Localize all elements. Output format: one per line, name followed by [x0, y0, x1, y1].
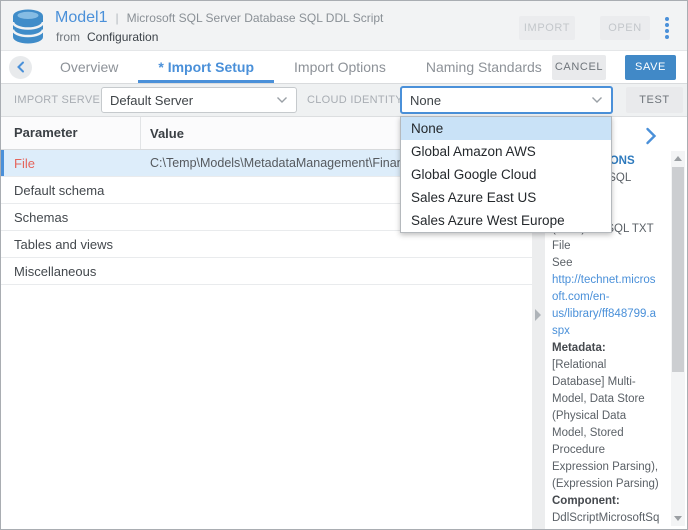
annotation-line: Procedure — [552, 442, 668, 459]
parameter-cell: Schemas — [1, 210, 141, 225]
import-button[interactable]: IMPORT — [519, 16, 575, 40]
cloud-identity-label: CLOUD IDENTITY — [307, 84, 403, 116]
annotation-line: Model, Stored — [552, 425, 668, 442]
splitter-collapse-handle[interactable] — [535, 309, 541, 321]
more-options-icon[interactable] — [665, 17, 670, 41]
model-title: Model1 — [55, 9, 107, 27]
panel-scrollbar[interactable] — [671, 151, 685, 526]
header: Model1 | Microsoft SQL Server Database S… — [1, 1, 687, 51]
annotation-line: (Expression Parsing) — [552, 476, 668, 493]
import-toolbar: IMPORT SERVER Default Server CLOUD IDENT… — [1, 84, 687, 117]
database-icon — [11, 8, 45, 50]
import-server-value: Default Server — [110, 93, 193, 108]
test-button[interactable]: TEST — [626, 87, 683, 113]
annotation-link-line[interactable]: spx — [552, 323, 668, 340]
dropdown-option-sales-azure-west-europe[interactable]: Sales Azure West Europe — [401, 209, 611, 232]
dropdown-option-none[interactable]: None — [401, 117, 611, 140]
annotation-line: Model, Data Store — [552, 391, 668, 408]
table-row-miscellaneous[interactable]: Miscellaneous — [1, 258, 532, 285]
annotation-line: DdlScriptMicrosoftSq — [552, 510, 668, 527]
annotation-line: See — [552, 255, 668, 272]
import-server-label: IMPORT SERVER — [14, 84, 108, 116]
cancel-button[interactable]: CANCEL — [552, 55, 606, 80]
parameter-cell: Tables and views — [1, 237, 141, 252]
chevron-down-icon — [591, 96, 603, 104]
table-row-tables-and-views[interactable]: Tables and views — [1, 231, 532, 258]
app-window: Model1 | Microsoft SQL Server Database S… — [0, 0, 688, 530]
from-value: Configuration — [87, 30, 158, 44]
tab-label: Import Options — [294, 59, 386, 75]
annotation-link-line[interactable]: http://technet.micros — [552, 272, 668, 289]
scroll-up-icon[interactable] — [674, 156, 682, 161]
dropdown-option-global-google-cloud[interactable]: Global Google Cloud — [401, 163, 611, 186]
annotation-line: File — [552, 238, 668, 255]
parameter-cell: Miscellaneous — [1, 264, 141, 279]
tab-naming-standards[interactable]: Naming Standards — [406, 51, 562, 83]
tab-overview[interactable]: Overview — [40, 51, 138, 83]
annotation-link-line[interactable]: us/library/ff848799.a — [552, 306, 668, 323]
model-subtitle: Microsoft SQL Server Database SQL DDL Sc… — [127, 11, 384, 25]
annotation-line: [Relational — [552, 357, 668, 374]
annotation-line: Database] Multi- — [552, 374, 668, 391]
tab-list: Overview * Import Setup Import Options Nami… — [40, 51, 562, 83]
annotation-link-line[interactable]: oft.com/en- — [552, 289, 668, 306]
tab-label: Naming Standards — [426, 59, 542, 75]
tab-import-options[interactable]: Import Options — [274, 51, 406, 83]
chevron-down-icon — [276, 96, 288, 104]
open-button[interactable]: OPEN — [600, 16, 650, 40]
tab-label: * Import Setup — [158, 59, 254, 75]
scrollbar-thumb[interactable] — [672, 167, 684, 372]
column-header-parameter: Parameter — [1, 117, 141, 149]
cloud-identity-value: None — [410, 93, 441, 108]
import-server-select[interactable]: Default Server — [101, 87, 297, 113]
title-separator: | — [115, 11, 118, 25]
scroll-down-icon[interactable] — [674, 516, 682, 521]
annotation-line: Component: — [552, 493, 668, 510]
cloud-identity-dropdown-list: NoneGlobal Amazon AWSGlobal Google Cloud… — [400, 116, 612, 233]
parameter-cell: File — [1, 156, 141, 171]
annotation-line: Expression Parsing), — [552, 459, 668, 476]
annotation-line: Metadata: — [552, 340, 668, 357]
tab-scroll-left-button[interactable] — [9, 56, 32, 79]
cloud-identity-select[interactable]: None — [400, 86, 613, 114]
tab-bar: Overview * Import Setup Import Options Nami… — [1, 51, 687, 84]
panel-collapse-icon[interactable] — [645, 127, 657, 145]
annotation-line: (Physical Data — [552, 408, 668, 425]
tab-label: Overview — [60, 59, 118, 75]
save-button[interactable]: SAVE — [625, 55, 676, 80]
parameter-cell: Default schema — [1, 183, 141, 198]
from-label: from — [56, 30, 80, 44]
dropdown-option-sales-azure-east-us[interactable]: Sales Azure East US — [401, 186, 611, 209]
tab-import-setup[interactable]: * Import Setup — [138, 51, 274, 83]
dropdown-option-global-amazon-aws[interactable]: Global Amazon AWS — [401, 140, 611, 163]
